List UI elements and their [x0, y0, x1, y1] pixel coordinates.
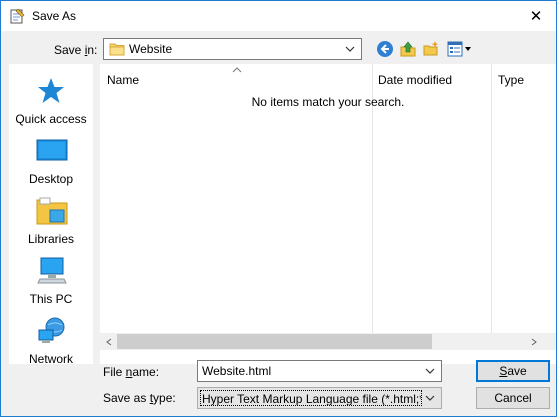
file-name-value: Website.html [202, 364, 272, 378]
save-in-dropdown[interactable]: Website [103, 38, 362, 60]
new-folder-icon[interactable] [422, 40, 440, 58]
scroll-right-arrow[interactable] [525, 333, 542, 350]
save-in-value: Website [129, 42, 173, 56]
place-label: Quick access [15, 112, 87, 126]
place-desktop[interactable]: Desktop [9, 132, 93, 192]
close-icon: ✕ [529, 8, 543, 25]
save-as-type-value: Hyper Text Markup Language file (*.html;… [200, 390, 422, 406]
place-label: Libraries [27, 232, 75, 246]
sort-ascending-icon [232, 67, 242, 73]
empty-message: No items match your search. [251, 95, 405, 109]
close-button[interactable]: ✕ [516, 1, 556, 31]
back-icon[interactable] [376, 40, 394, 58]
place-this-pc[interactable]: This PC [9, 252, 93, 312]
file-name-field[interactable]: Website.html [197, 360, 442, 382]
title-bar: Save As ✕ [1, 1, 556, 31]
save-in-label: Save in: [54, 43, 98, 57]
save-button[interactable]: Save [476, 360, 550, 382]
notepad-icon [10, 8, 25, 24]
scroll-left-arrow[interactable] [100, 333, 117, 350]
chevron-right-icon [531, 338, 537, 345]
window-title: Save As [32, 9, 77, 23]
libraries-icon [36, 197, 68, 225]
place-libraries[interactable]: Libraries [9, 192, 93, 252]
place-label: Network [28, 352, 73, 366]
place-quick-access[interactable]: Quick access [9, 72, 93, 132]
up-folder-icon[interactable] [399, 40, 417, 58]
scroll-corner [542, 333, 556, 350]
scroll-thumb[interactable] [117, 334, 432, 349]
place-network[interactable]: Network [9, 312, 93, 372]
places-bar: Quick access Desktop Libraries This PC N… [9, 64, 93, 366]
computer-icon [37, 257, 67, 284]
save-as-type-label: Save as type: [103, 391, 176, 405]
file-list[interactable]: Name Date modified Type No items match y… [100, 64, 556, 364]
save-as-type-dropdown[interactable]: Hyper Text Markup Language file (*.html;… [197, 387, 442, 409]
cancel-button[interactable]: Cancel [476, 387, 550, 409]
save-as-dialog: Save As ✕ Save in: Website Quick access … [0, 0, 557, 417]
network-icon [38, 317, 65, 343]
view-menu-icon[interactable] [447, 41, 473, 57]
star-icon [38, 78, 64, 103]
horizontal-scrollbar[interactable] [100, 333, 542, 350]
chevron-down-icon [345, 46, 355, 52]
place-label: This PC [29, 292, 73, 306]
chevron-down-icon[interactable] [424, 365, 436, 377]
chevron-down-icon [425, 395, 435, 401]
chevron-left-icon [105, 338, 111, 345]
desktop-icon [36, 139, 68, 161]
folder-icon [109, 43, 125, 56]
file-name-label: File name: [103, 365, 160, 379]
place-label: Desktop [28, 172, 74, 186]
